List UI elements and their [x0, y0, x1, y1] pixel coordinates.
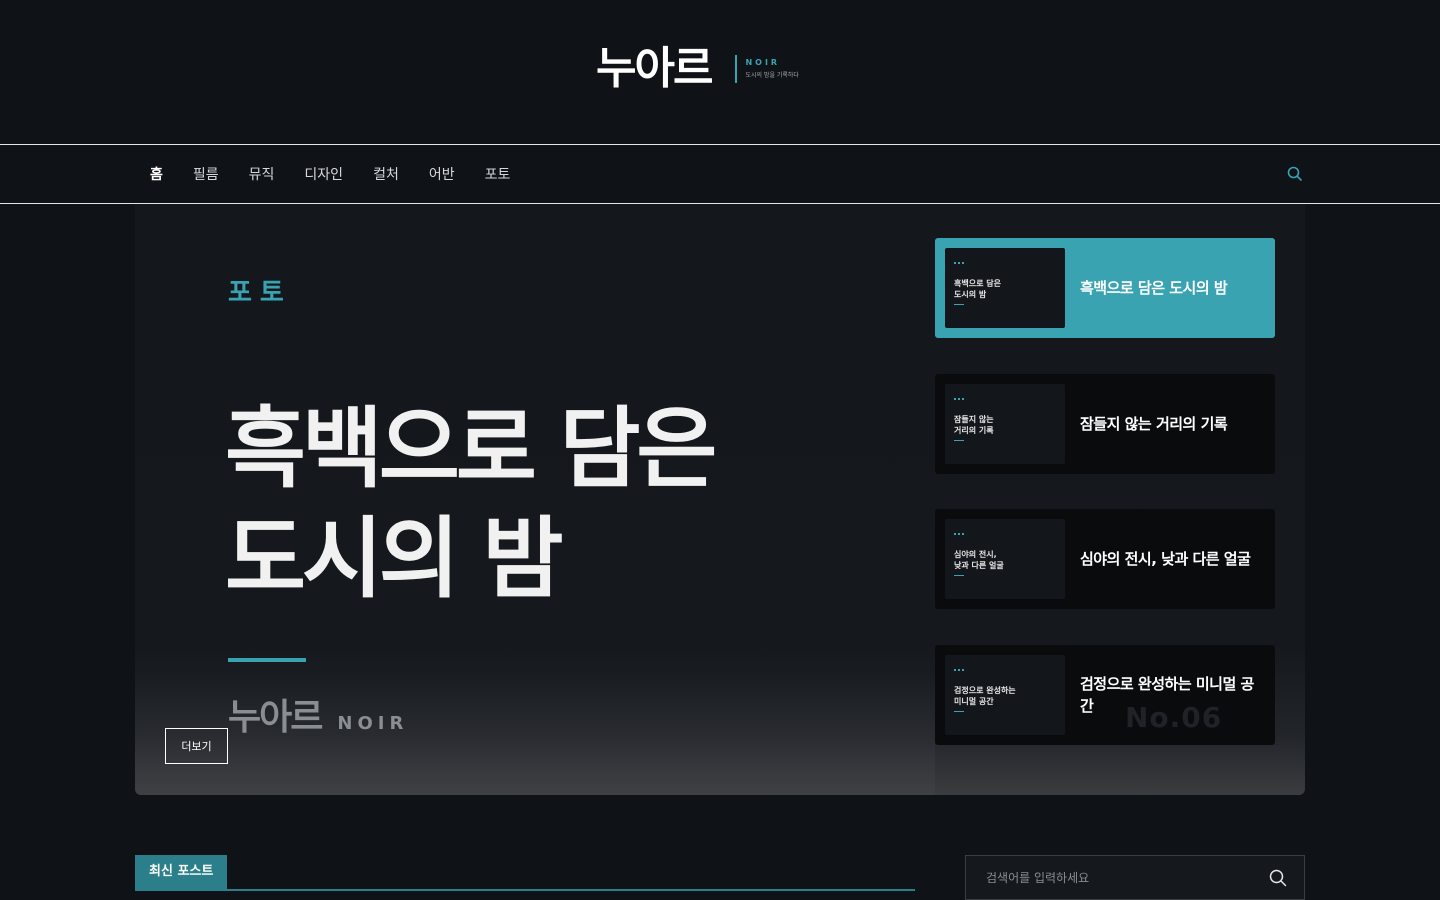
thumb-title-line1: 심야의 전시,	[954, 550, 997, 559]
hero-brand: 누아르 NOIR	[228, 688, 408, 740]
thumb-title: 잠들지 않는 거리의 기록	[954, 414, 1054, 436]
card-thumbnail: 검정으로 완성하는 미니멀 공간	[945, 655, 1065, 735]
thumb-title-line1: 흑백으로 담은	[954, 279, 1001, 288]
hero-title: 흑백으로 담은 도시의 밤	[225, 394, 865, 614]
thumb-title-line2: 미니멀 공간	[954, 697, 994, 706]
logo-tagline: 도시의 밤을 기록하다	[745, 71, 799, 79]
nav-list: 홈 필름 뮤직 디자인 컬처 어반 포토	[150, 145, 510, 203]
thumb-title: 검정으로 완성하는 미니멀 공간	[954, 685, 1054, 707]
hero-slider: 포토 흑백으로 담은 도시의 밤 누아르 NOIR 더보기 흑백으로 담은 도시…	[135, 204, 1305, 795]
nav-item-film[interactable]: 필름	[193, 164, 219, 184]
thumb-divider	[954, 304, 964, 305]
search-icon[interactable]	[1286, 165, 1304, 183]
search-icon[interactable]	[1268, 868, 1288, 888]
thumb-category-mark	[954, 262, 964, 265]
logo-korean: 누아르	[596, 43, 713, 94]
thumb-title-line2: 도시의 밤	[954, 290, 987, 299]
hero-card[interactable]: 잠들지 않는 거리의 기록 잠들지 않는 거리의 기록	[935, 374, 1275, 474]
hero-brand-korean: 누아르	[228, 697, 323, 738]
latest-posts-section: 최신 포스트	[135, 855, 915, 891]
site-logo[interactable]: 누아르 NOIR 도시의 밤을 기록하다	[596, 44, 799, 94]
search-input[interactable]	[966, 856, 1256, 899]
thumb-title: 심야의 전시, 낮과 다른 얼굴	[954, 549, 1054, 571]
main-nav: 홈 필름 뮤직 디자인 컬처 어반 포토	[0, 144, 1440, 204]
card-thumbnail: 잠들지 않는 거리의 기록	[945, 384, 1065, 464]
sidebar-search	[965, 855, 1305, 900]
thumb-title-line2: 낮과 다른 얼굴	[954, 561, 1004, 570]
nav-item-culture[interactable]: 컬처	[373, 164, 399, 184]
hero-divider	[228, 658, 306, 662]
logo-subtitle: NOIR 도시의 밤을 기록하다	[735, 55, 799, 83]
thumb-category-mark	[954, 398, 964, 401]
thumb-title-line2: 거리의 기록	[954, 426, 994, 435]
nav-item-home[interactable]: 홈	[150, 164, 163, 184]
hero-card[interactable]: 흑백으로 담은 도시의 밤 흑백으로 담은 도시의 밤	[935, 238, 1275, 338]
thumb-divider	[954, 575, 964, 576]
logo-english: NOIR	[745, 57, 781, 67]
thumb-divider	[954, 711, 964, 712]
hero-card[interactable]: No.06 검정으로 완성하는 미니멀 공간 검정으로 완성하는 미니멀 공간	[935, 645, 1275, 745]
site-header: 누아르 NOIR 도시의 밤을 기록하다	[0, 0, 1440, 144]
thumb-category-mark	[954, 669, 964, 672]
thumb-title-line1: 잠들지 않는	[954, 415, 994, 424]
hero-title-line2: 도시의 밤	[225, 507, 563, 610]
card-thumbnail: 심야의 전시, 낮과 다른 얼굴	[945, 519, 1065, 599]
hero-main-slide[interactable]: 포토 흑백으로 담은 도시의 밤 누아르 NOIR 더보기	[135, 204, 935, 795]
section-title: 최신 포스트	[135, 855, 228, 889]
thumb-category-mark	[954, 533, 964, 536]
thumb-divider	[954, 440, 964, 441]
card-title: 흑백으로 담은 도시의 밤	[1080, 279, 1228, 297]
card-title: 잠들지 않는 거리의 기록	[1080, 415, 1228, 433]
card-title: 심야의 전시, 낮과 다른 얼굴	[1080, 550, 1251, 568]
card-thumbnail: 흑백으로 담은 도시의 밤	[945, 248, 1065, 328]
hero-card[interactable]: 심야의 전시, 낮과 다른 얼굴 심야의 전시, 낮과 다른 얼굴	[935, 509, 1275, 609]
thumb-title-line1: 검정으로 완성하는	[954, 686, 1016, 695]
nav-item-urban[interactable]: 어반	[429, 164, 455, 184]
nav-item-music[interactable]: 뮤직	[249, 164, 275, 184]
thumb-title: 흑백으로 담은 도시의 밤	[954, 278, 1054, 300]
hero-title-line1: 흑백으로 담은	[225, 397, 717, 500]
card-title: 검정으로 완성하는 미니멀 공간	[1080, 675, 1254, 715]
nav-item-photo[interactable]: 포토	[485, 164, 511, 184]
nav-item-design[interactable]: 디자인	[304, 164, 343, 184]
more-button[interactable]: 더보기	[165, 728, 228, 764]
hero-brand-english: NOIR	[337, 713, 409, 734]
hero-category: 포토	[228, 278, 292, 308]
